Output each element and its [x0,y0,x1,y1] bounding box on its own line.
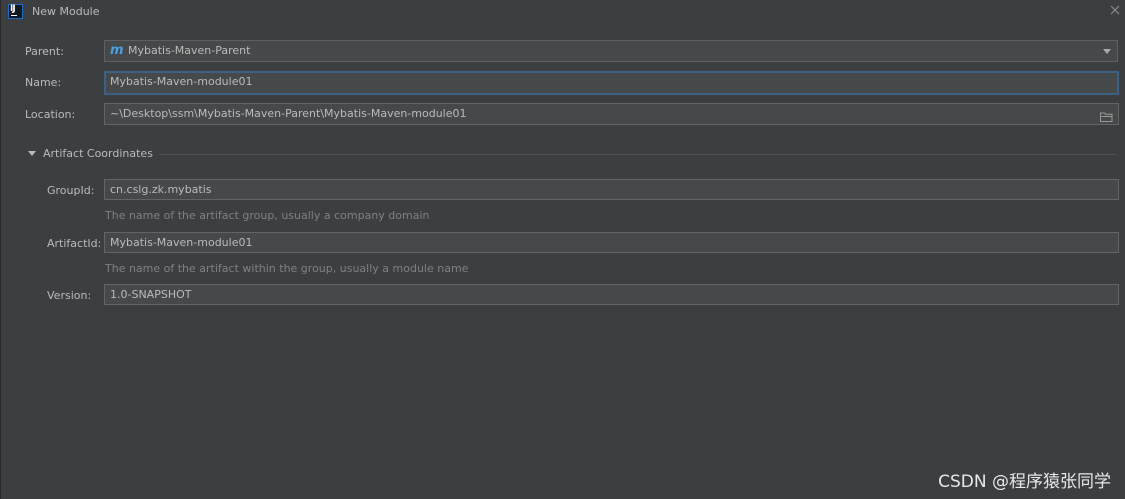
name-field[interactable]: Mybatis-Maven-module01 [104,71,1119,95]
location-field-value: ~\Desktop\ssm\Mybatis-Maven-Parent\Mybat… [110,107,467,120]
expand-triangle-icon [28,151,36,156]
artifactid-field[interactable]: Mybatis-Maven-module01 [104,232,1119,253]
section-divider [159,154,1117,155]
intellij-icon: IJ [8,4,23,19]
folder-icon[interactable] [1100,109,1113,122]
location-label: Location: [25,108,76,121]
version-field[interactable]: 1.0-SNAPSHOT [104,284,1119,305]
title-bar: IJ New Module [1,0,1125,24]
close-icon[interactable] [1108,3,1122,17]
artifact-coordinates-title: Artifact Coordinates [43,147,153,160]
parent-select[interactable]: m Mybatis-Maven-Parent [104,40,1118,62]
csdn-watermark: CSDN @程序猿张同学 [938,472,1111,492]
dialog-title: New Module [32,5,100,18]
location-field[interactable]: ~\Desktop\ssm\Mybatis-Maven-Parent\Mybat… [104,103,1119,125]
chevron-down-icon[interactable] [1103,49,1111,54]
parent-select-value: Mybatis-Maven-Parent [128,44,251,57]
artifactid-label: ArtifactId: [47,237,102,250]
groupid-label: GroupId: [47,184,95,197]
version-label: Version: [47,289,92,302]
artifactid-hint: The name of the artifact within the grou… [105,262,469,275]
new-module-dialog: IJ New Module Parent: m Mybatis-Maven-Pa… [0,0,1125,499]
groupid-field[interactable]: cn.cslg.zk.mybatis [104,179,1119,200]
groupid-hint: The name of the artifact group, usually … [105,209,430,222]
parent-label: Parent: [25,45,64,58]
maven-icon: m [110,43,124,58]
name-label: Name: [25,76,62,89]
